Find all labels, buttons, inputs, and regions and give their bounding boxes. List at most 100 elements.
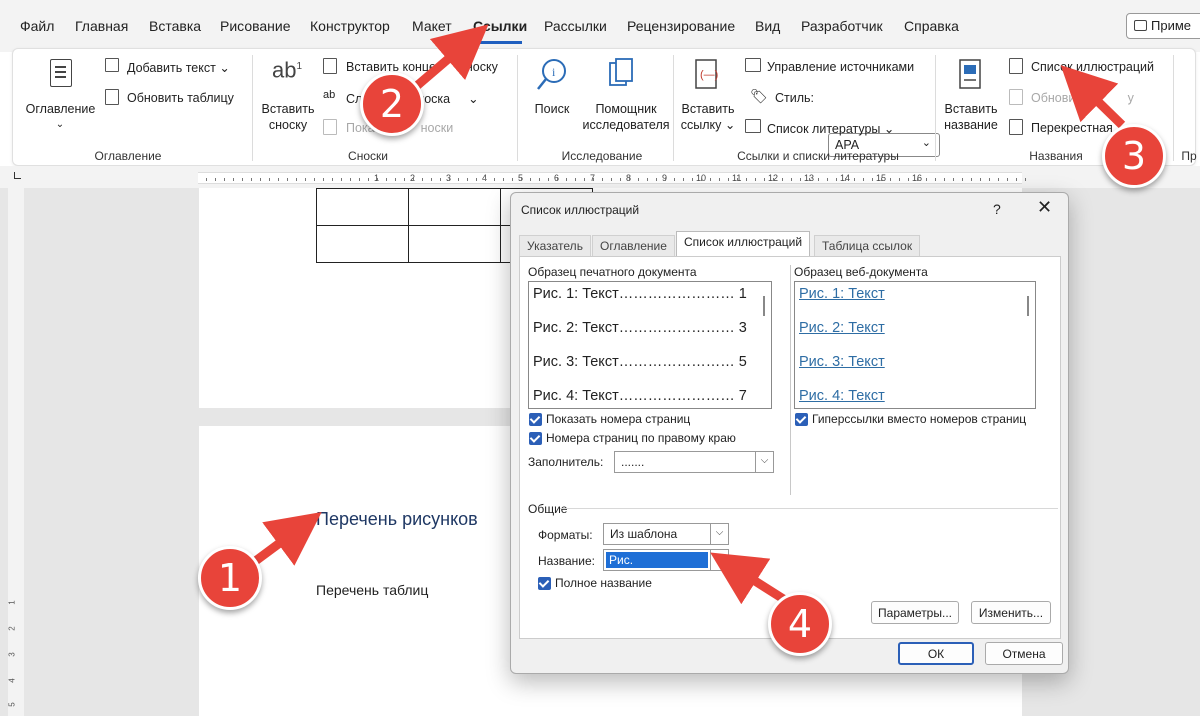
- ruler-tick: [917, 178, 918, 181]
- dialog-tab-index[interactable]: Указатель: [519, 235, 591, 256]
- dialog-tab-figures[interactable]: Список иллюстраций: [676, 231, 811, 257]
- modify-button[interactable]: Изменить...: [971, 601, 1051, 624]
- tab-selector-icon[interactable]: [14, 172, 21, 179]
- ruler-tick: [692, 178, 693, 181]
- ruler-tick: [638, 178, 639, 181]
- tab-review[interactable]: Рецензирование: [627, 18, 735, 34]
- dialog-panel: Образец печатного документа Рис. 1: Текс…: [519, 256, 1061, 639]
- ruler-tick: [1016, 178, 1017, 181]
- scrollbar[interactable]: [763, 296, 765, 316]
- next-footnote-icon: ab: [323, 89, 336, 101]
- footnote-icon: ab1: [271, 57, 303, 83]
- ruler-tick: [674, 178, 675, 181]
- caption-label-select[interactable]: Рис. ⌵: [603, 549, 729, 571]
- list-of-figures-button[interactable]: Список иллюстраций: [1031, 60, 1154, 74]
- ruler-tick: [548, 178, 549, 181]
- vertical-ruler[interactable]: 1 2 3 4 5: [8, 188, 24, 716]
- horizontal-ruler[interactable]: 1 2 3 4 5 6 7 8 9 10 11 12 13 14 15 16: [198, 172, 1026, 184]
- tab-help[interactable]: Справка: [904, 18, 959, 34]
- cancel-button[interactable]: Отмена: [985, 642, 1063, 665]
- ruler-tick: [566, 178, 567, 181]
- leader-value: .......: [621, 455, 645, 469]
- table-of-contents-icon: [50, 59, 72, 87]
- print-preview-line: Рис. 2: Текст…………………… 3: [533, 320, 747, 336]
- ruler-number: 1: [7, 600, 17, 605]
- right-align-checkbox[interactable]: [529, 432, 542, 445]
- section-divider: [560, 508, 1058, 509]
- tab-file[interactable]: Файл: [20, 18, 54, 34]
- researcher-button-label: Помощник исследователя: [582, 102, 670, 132]
- insert-endnote-button[interactable]: Вставить конце носку: [346, 60, 498, 74]
- document-paragraph[interactable]: Перечень таблиц: [316, 582, 428, 598]
- options-button[interactable]: Параметры...: [871, 601, 959, 624]
- ruler-tick: [953, 178, 954, 181]
- ruler-tick: [890, 178, 891, 181]
- print-preview-line: Рис. 1: Текст…………………… 1: [533, 286, 747, 302]
- ruler-tick: [764, 178, 765, 181]
- update-table-button[interactable]: Обновить таблицу: [127, 91, 234, 105]
- ruler-tick: [431, 178, 432, 181]
- tab-references[interactable]: Ссылки: [473, 18, 527, 34]
- cross-reference-icon: [1009, 119, 1023, 135]
- ruler-tick: [710, 178, 711, 181]
- table-cell[interactable]: [316, 188, 409, 226]
- add-text-icon: [105, 58, 119, 72]
- group-separator: [935, 55, 936, 161]
- insert-footnote-button[interactable]: Вставить сноску: [255, 101, 321, 133]
- tab-insert[interactable]: Вставка: [149, 18, 201, 34]
- close-icon[interactable]: ✕: [1037, 197, 1052, 218]
- tab-home[interactable]: Главная: [75, 18, 128, 34]
- share-button[interactable]: Приме: [1126, 13, 1200, 39]
- hyperlinks-checkbox[interactable]: [795, 413, 808, 426]
- ruler-tick: [656, 178, 657, 181]
- ruler-tick: [773, 178, 774, 181]
- tab-layout[interactable]: Макет: [412, 18, 452, 34]
- tab-developer[interactable]: Разработчик: [801, 18, 883, 34]
- toc-button-label: Оглавление: [25, 102, 96, 116]
- tab-view[interactable]: Вид: [755, 18, 780, 34]
- leader-label: Заполнитель:: [528, 455, 604, 469]
- full-caption-checkbox[interactable]: [538, 577, 551, 590]
- table-cell[interactable]: [316, 225, 409, 263]
- ruler-tick: [863, 178, 864, 181]
- dialog-tab-toc[interactable]: Оглавление: [592, 235, 675, 256]
- show-page-numbers-checkbox[interactable]: [529, 413, 542, 426]
- collapse-heading-icon[interactable]: [300, 517, 307, 524]
- tab-mailings[interactable]: Рассылки: [544, 18, 607, 34]
- ruler-tick: [233, 178, 234, 181]
- annotation-badge-2: 2: [360, 72, 424, 136]
- manage-sources-button[interactable]: Управление источниками: [767, 60, 914, 74]
- help-icon[interactable]: ?: [993, 201, 1001, 217]
- bibliography-button[interactable]: Список литературы ⌄: [767, 121, 894, 136]
- formats-select[interactable]: Из шаблона ⌵: [603, 523, 729, 545]
- ruler-tick: [719, 178, 720, 181]
- ok-button[interactable]: ОК: [898, 642, 974, 665]
- ruler-tick: [323, 178, 324, 181]
- general-label: Общие: [528, 502, 568, 516]
- document-heading[interactable]: Перечень рисунков: [316, 509, 478, 530]
- ruler-tick: [287, 178, 288, 181]
- chevron-down-icon: ⌄: [55, 119, 65, 130]
- insert-caption-icon: [959, 59, 981, 89]
- update-figures-table-button[interactable]: Обновить у: [1031, 91, 1134, 105]
- scrollbar[interactable]: [1027, 296, 1029, 316]
- cross-reference-button[interactable]: Перекрестная: [1031, 121, 1113, 135]
- ruler-tick: [359, 178, 360, 181]
- web-preview-link: Рис. 1: Текст: [799, 286, 885, 302]
- tab-design[interactable]: Конструктор: [310, 18, 390, 34]
- table-cell[interactable]: [408, 188, 501, 226]
- svg-text:i: i: [552, 65, 556, 79]
- leader-select[interactable]: ....... ⌵: [614, 451, 774, 473]
- ruler-tick: [1007, 178, 1008, 181]
- show-notes-icon: [323, 119, 337, 135]
- section-divider: [790, 265, 791, 495]
- table-cell[interactable]: [408, 225, 501, 263]
- ruler-tick: [647, 178, 648, 181]
- ruler-tick: [935, 178, 936, 181]
- add-text-button[interactable]: Добавить текст ⌄: [127, 60, 230, 75]
- tab-draw[interactable]: Рисование: [220, 18, 291, 34]
- dialog-tab-authorities[interactable]: Таблица ссылок: [814, 235, 921, 256]
- ruler-tick: [224, 178, 225, 181]
- share-button-label: Приме: [1151, 18, 1192, 33]
- insert-endnote-icon: [323, 58, 337, 74]
